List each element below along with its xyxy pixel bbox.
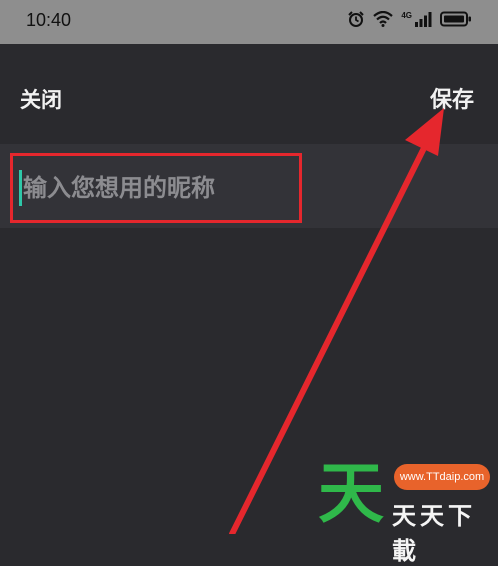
cellular-signal-icon <box>414 11 432 31</box>
site-watermark: 天 www.TTdaip.com 天天下載 <box>318 455 498 565</box>
status-time: 10:40 <box>26 10 72 30</box>
watermark-text: 天天下載 <box>392 502 476 565</box>
watermark-logo-char: 天 <box>318 455 384 532</box>
alarm-icon <box>347 10 365 32</box>
battery-icon <box>440 11 472 31</box>
nickname-editor-header: 关闭 保存 <box>0 44 498 144</box>
input-highlight-box <box>10 153 302 223</box>
status-bar: 10:40 4G <box>0 0 498 44</box>
close-button[interactable]: 关闭 <box>20 84 62 114</box>
wifi-icon <box>373 10 394 31</box>
status-icons: 4G <box>347 9 472 33</box>
network-type-label: 4G <box>401 10 412 20</box>
save-button[interactable]: 保存 <box>430 82 474 114</box>
watermark-url: www.TTdaip.com <box>394 464 490 490</box>
